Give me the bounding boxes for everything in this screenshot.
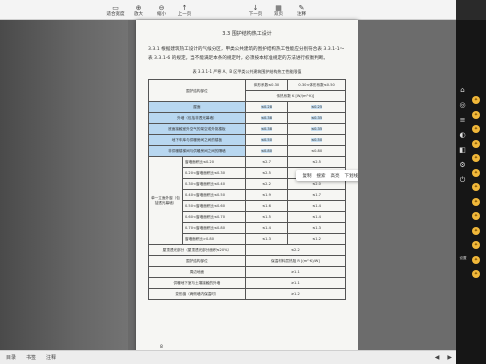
star-icon[interactable]: ✦ [472, 168, 480, 177]
star-icon[interactable]: ✦ [472, 197, 480, 206]
table-row: 周边地面 ≥1.1 [148, 266, 347, 278]
zoom-out-icon: ⊖ [158, 4, 165, 12]
double-page-button[interactable]: ▦ 双页 [267, 0, 290, 19]
bottom-bar: 目录 书签 注释 ◀ ▶ [0, 350, 456, 364]
menu-icon[interactable]: ≡ [458, 116, 467, 125]
bottom-notes[interactable]: 注释 [46, 354, 56, 361]
star-icon[interactable]: ✦ [472, 139, 480, 148]
star-icon[interactable]: ✦ [472, 241, 480, 249]
contrast-icon[interactable]: ◐ [458, 131, 467, 140]
star-icon[interactable]: ✦ [472, 226, 480, 235]
star-icon[interactable]: ✦ [472, 255, 480, 264]
window-group-label: 单一立面外窗（包括透光幕墙） [148, 156, 183, 245]
annotate-button[interactable]: ✎ 注释 [290, 0, 313, 19]
target-icon[interactable]: ◎ [458, 101, 467, 110]
star-icon[interactable]: ✦ [472, 96, 480, 104]
table-row: 屋面 ≤0.28 ≤0.25 [148, 101, 346, 113]
next-page-button[interactable]: ↓ 下一页 [244, 0, 267, 19]
popup-copy[interactable]: 复制 [303, 173, 312, 179]
power-icon[interactable]: ⏻ [458, 176, 467, 185]
document-page[interactable]: 3.3 围护结构热工设计 3.3.1 根据建筑热工设计的气候分区，甲类公共建筑的… [136, 20, 358, 364]
table-row: 屋顶透光部分（屋顶透光部分面积≤20%） ≤2.2 [148, 244, 347, 256]
popup-underline[interactable]: 下划线 [345, 173, 359, 179]
fit-width-button[interactable]: ▭ 适合宽度 [104, 0, 127, 19]
layout-icon[interactable]: ◧ [458, 146, 467, 155]
table-row: 变形缝（两侧墙内保温时） ≥1.2 [148, 288, 347, 300]
prev-arrow-icon[interactable]: ◀ [435, 354, 440, 361]
table-row: 单一立面外窗（包括透光幕墙） 窗墙面积比≤0.20 ≤2.7 ≤2.5 [148, 156, 346, 245]
zoom-out-button[interactable]: ⊖ 缩小 [150, 0, 173, 19]
star-icon[interactable]: ✦ [472, 270, 480, 278]
home-icon[interactable]: ⌂ [458, 86, 467, 95]
star-icon[interactable]: ✦ [472, 212, 480, 220]
star-icon[interactable]: ✦ [472, 183, 480, 191]
popup-search[interactable]: 搜索 [317, 173, 326, 179]
zoom-in-icon: ⊕ [135, 4, 142, 12]
bottom-bookmarks[interactable]: 书签 [26, 354, 36, 361]
table-row: 围护结构部位 保温材料层热阻 R [(m²·K)/W] [148, 255, 347, 267]
star-icon[interactable]: ✦ [472, 110, 480, 119]
table-header-col2: 0.30<体形系数≤0.50 [287, 79, 346, 91]
fit-width-icon: ▭ [112, 4, 119, 12]
section-paragraph: 3.3.1 根据建筑热工设计的气候分区，甲类公共建筑的围护结构热工性能应分别符合… [148, 47, 345, 61]
right-background [358, 20, 456, 350]
arrow-up-icon: ↑ [181, 4, 188, 12]
table-header-part: 围护结构部位 [148, 79, 246, 102]
star-icon[interactable]: ✦ [472, 154, 480, 162]
table-row: 底面接触室外空气的架空或外挑楼板 ≤0.38 ≤0.35 [148, 123, 346, 135]
prev-page-button[interactable]: ↑ 上一页 [173, 0, 196, 19]
table-header-sub: 传热系数 K [W/(m²·K)] [244, 90, 347, 102]
table-header-col1: 体形系数≤0.30 [244, 79, 289, 91]
grid-icon: ▦ [275, 4, 282, 12]
section-heading: 3.3 围护结构热工设计 [222, 31, 272, 37]
star-icon[interactable]: ✦ [472, 125, 480, 133]
left-background [0, 20, 128, 350]
table-caption: 表 3.3.1-1 严寒 A、B 区甲类公共建筑围护结构热工性能限值 [192, 69, 302, 74]
gear-icon[interactable]: ⚙ [458, 161, 467, 170]
popup-highlight[interactable]: 高亮 [331, 173, 340, 179]
right-panel: ⌂ ◎ ≡ ◐ ◧ ⚙ ⏻ 设置 ✦ ✦ ✦ ✦ ✦ ✦ ✦ ✦ ✦ ✦ ✦ ✦… [456, 0, 486, 364]
pen-icon: ✎ [298, 4, 305, 12]
bottom-contents[interactable]: 目录 [6, 354, 16, 361]
settings-label: 设置 [459, 256, 467, 260]
notification-dots: ✦ ✦ ✦ ✦ ✦ ✦ ✦ ✦ ✦ ✦ ✦ ✦ ✦ [472, 96, 484, 285]
thermal-table: 围护结构部位 体形系数≤0.30 0.30<体形系数≤0.50 传热系数 K [… [148, 79, 347, 300]
arrow-down-icon: ↓ [252, 4, 259, 12]
table-row: 非供暖楼梯间与供暖房间之间的隔墙 ≤0.80 ≤0.80 [148, 145, 346, 157]
table-row: 外墙（包括非透光幕墙） ≤0.38 ≤0.35 [148, 112, 346, 124]
next-arrow-icon[interactable]: ▶ [447, 354, 452, 361]
top-toolbar: ▭ 适合宽度 ⊕ 放大 ⊖ 缩小 ↑ 上一页 ↓ 下一页 ▦ 双页 ✎ 注释 [0, 0, 486, 20]
table-row: 供暖地下室与土壤接触的外墙 ≥1.1 [148, 277, 347, 289]
table-row: 地下车库与供暖房间之间的楼板 ≤0.50 ≤0.50 [148, 134, 346, 146]
zoom-in-button[interactable]: ⊕ 放大 [127, 0, 150, 19]
